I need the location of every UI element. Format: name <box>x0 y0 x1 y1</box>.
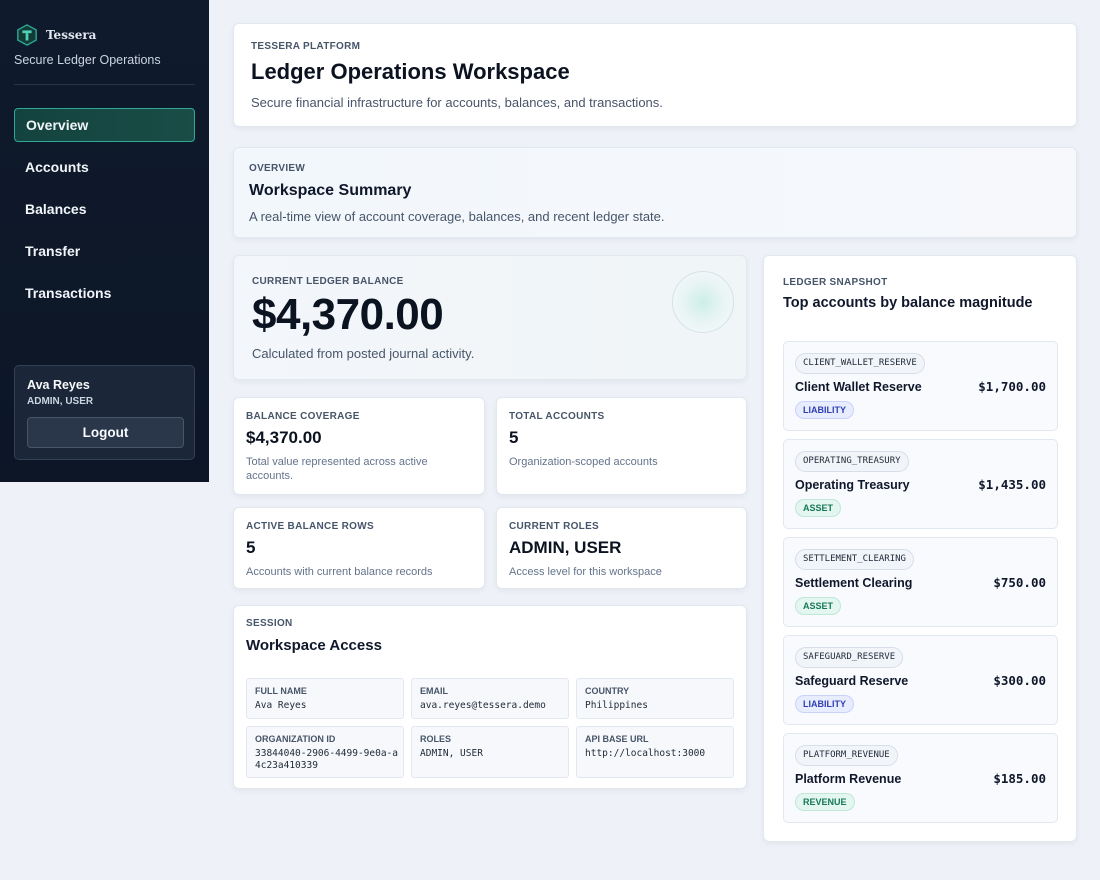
ledger-balance-eyebrow: CURRENT LEDGER BALANCE <box>252 276 404 287</box>
account-amount: $1,700.00 <box>978 379 1046 394</box>
sidebar-item-transactions[interactable]: Transactions <box>14 276 195 310</box>
decorative-orb <box>672 271 734 333</box>
field-api-base-url: API BASE URL http://localhost:3000 <box>576 726 734 778</box>
account-type-badge: LIABILITY <box>795 401 854 419</box>
stat-value: 5 <box>509 428 519 447</box>
stat-label: BALANCE COVERAGE <box>246 411 360 422</box>
stat-value: 5 <box>246 538 256 557</box>
stat-label: TOTAL ACCOUNTS <box>509 411 605 422</box>
ledger-balance-card: CURRENT LEDGER BALANCE $4,370.00 Calcula… <box>233 255 747 380</box>
account-type-badge: ASSET <box>795 597 842 615</box>
field-label: API BASE URL <box>585 734 649 744</box>
page-subtitle: Secure financial infrastructure for acco… <box>251 95 663 110</box>
stat-balance-coverage: BALANCE COVERAGE $4,370.00 Total value r… <box>233 397 485 495</box>
sidebar-nav: Overview Accounts Balances Transfer Tran… <box>14 108 195 318</box>
account-code: CLIENT_WALLET_RESERVE <box>795 353 925 374</box>
session-title: Workspace Access <box>246 637 382 654</box>
account-amount: $1,435.00 <box>978 477 1046 492</box>
stat-description: Total value represented across active ac… <box>246 456 428 482</box>
page-header: TESSERA PLATFORM Ledger Operations Works… <box>233 23 1077 127</box>
field-value: ADMIN, USER <box>420 748 483 759</box>
field-country: COUNTRY Philippines <box>576 678 734 719</box>
stat-label: CURRENT ROLES <box>509 521 600 532</box>
brand-tagline: Secure Ledger Operations <box>14 53 161 67</box>
field-label: ORGANIZATION ID <box>255 734 336 744</box>
account-amount: $300.00 <box>993 673 1046 688</box>
overview-eyebrow: OVERVIEW <box>249 163 306 174</box>
account-type-badge: ASSET <box>795 499 842 517</box>
field-label: COUNTRY <box>585 686 630 696</box>
field-label: EMAIL <box>420 686 448 696</box>
account-item[interactable]: SAFEGUARD_RESERVE Safeguard Reserve $300… <box>783 635 1058 725</box>
sidebar-item-accounts[interactable]: Accounts <box>14 150 195 184</box>
account-name: Platform Revenue <box>795 772 902 786</box>
user-card: Ava Reyes ADMIN, USER Logout <box>14 365 195 460</box>
overview-subtitle: A real-time view of account coverage, ba… <box>249 209 665 224</box>
account-code: SAFEGUARD_RESERVE <box>795 647 904 668</box>
field-label: ROLES <box>420 734 452 744</box>
sidebar-item-overview[interactable]: Overview <box>14 108 195 142</box>
field-label: FULL NAME <box>255 686 307 696</box>
stat-label: ACTIVE BALANCE ROWS <box>246 521 374 532</box>
stat-value: ADMIN, USER <box>509 538 622 557</box>
sidebar-item-balances[interactable]: Balances <box>14 192 195 226</box>
stat-total-accounts: TOTAL ACCOUNTS 5 Organization-scoped acc… <box>496 397 747 495</box>
ledger-balance-subtitle: Calculated from posted journal activity. <box>252 346 475 361</box>
tessera-logo-icon <box>17 24 37 46</box>
snapshot-eyebrow: LEDGER SNAPSHOT <box>783 277 888 288</box>
field-value: 33844040-2906-4499-9e0a-a4c23a410339 <box>255 748 398 771</box>
field-value: Philippines <box>585 700 648 711</box>
stat-current-roles: CURRENT ROLES ADMIN, USER Access level f… <box>496 507 747 589</box>
field-value: ava.reyes@tessera.demo <box>420 700 546 711</box>
overview-title: Workspace Summary <box>249 182 412 199</box>
field-roles: ROLES ADMIN, USER <box>411 726 569 778</box>
sidebar-divider <box>14 84 195 85</box>
account-item[interactable]: SETTLEMENT_CLEARING Settlement Clearing … <box>783 537 1058 627</box>
account-type-badge: LIABILITY <box>795 695 854 713</box>
snapshot-title: Top accounts by balance magnitude <box>783 295 1033 311</box>
account-amount: $750.00 <box>993 575 1046 590</box>
session-eyebrow: SESSION <box>246 618 293 629</box>
account-name: Safeguard Reserve <box>795 674 909 688</box>
stat-value: $4,370.00 <box>246 428 322 447</box>
field-full-name: FULL NAME Ava Reyes <box>246 678 404 719</box>
stat-description: Access level for this workspace <box>509 566 662 578</box>
account-code: OPERATING_TREASURY <box>795 451 909 472</box>
header-eyebrow: TESSERA PLATFORM <box>251 41 361 52</box>
account-item[interactable]: CLIENT_WALLET_RESERVE Client Wallet Rese… <box>783 341 1058 431</box>
account-code: SETTLEMENT_CLEARING <box>795 549 914 570</box>
ledger-snapshot-card: LEDGER SNAPSHOT Top accounts by balance … <box>763 255 1077 842</box>
stat-active-balance-rows: ACTIVE BALANCE ROWS 5 Accounts with curr… <box>233 507 485 589</box>
overview-card: OVERVIEW Workspace Summary A real-time v… <box>233 147 1077 238</box>
field-value: Ava Reyes <box>255 700 307 711</box>
account-type-badge: REVENUE <box>795 793 855 811</box>
user-name: Ava Reyes <box>27 378 90 392</box>
field-email: EMAIL ava.reyes@tessera.demo <box>411 678 569 719</box>
brand[interactable]: Tessera <box>16 24 96 46</box>
account-item[interactable]: OPERATING_TREASURY Operating Treasury $1… <box>783 439 1058 529</box>
account-name: Settlement Clearing <box>795 576 913 590</box>
account-name: Operating Treasury <box>795 478 910 492</box>
brand-name: Tessera <box>46 28 97 42</box>
logout-button[interactable]: Logout <box>27 417 184 448</box>
session-card: SESSION Workspace Access FULL NAME Ava R… <box>233 605 747 789</box>
page-title: Ledger Operations Workspace <box>251 59 570 84</box>
user-roles: ADMIN, USER <box>27 396 94 407</box>
sidebar: Tessera Secure Ledger Operations Overvie… <box>0 0 209 482</box>
ledger-balance-value: $4,370.00 <box>252 290 444 339</box>
account-amount: $185.00 <box>993 771 1046 786</box>
field-value: http://localhost:3000 <box>585 748 706 759</box>
sidebar-item-transfer[interactable]: Transfer <box>14 234 195 268</box>
field-organization-id: ORGANIZATION ID 33844040-2906-4499-9e0a-… <box>246 726 404 778</box>
account-code: PLATFORM_REVENUE <box>795 745 898 766</box>
stat-description: Organization-scoped accounts <box>509 456 658 468</box>
account-item[interactable]: PLATFORM_REVENUE Platform Revenue $185.0… <box>783 733 1058 823</box>
account-name: Client Wallet Reserve <box>795 380 922 394</box>
stat-description: Accounts with current balance records <box>246 566 433 578</box>
